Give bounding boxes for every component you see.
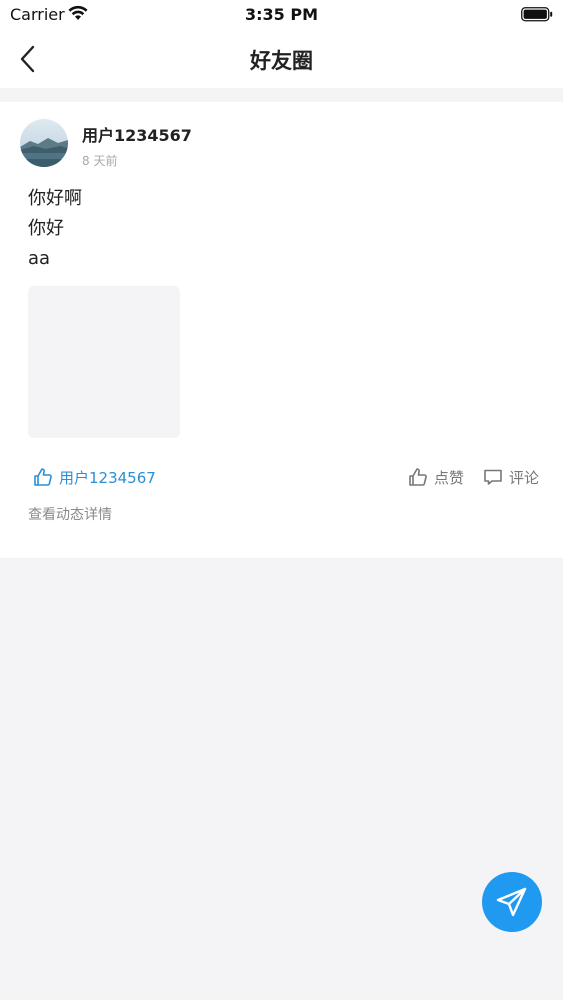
paper-plane-icon	[496, 887, 527, 917]
post-content: 你好啊 你好 aa	[28, 184, 82, 274]
nav-bar: 好友圈	[0, 30, 563, 88]
post-username[interactable]: 用户1234567	[82, 122, 192, 146]
status-bar: Carrier 3:35 PM	[0, 0, 563, 30]
content-line: aa	[28, 248, 51, 269]
comment-label: 评论	[509, 468, 540, 487]
like-label: 点赞	[434, 468, 465, 487]
status-time: 3:35 PM	[244, 5, 318, 24]
like-button[interactable]: 点赞	[408, 466, 464, 488]
content-line: 你好啊	[28, 188, 82, 209]
content-line: 你好	[28, 218, 64, 239]
liker-name[interactable]: 用户1234567	[59, 467, 156, 488]
battery-icon	[521, 7, 553, 26]
likes-list: 用户1234567	[33, 466, 156, 488]
comment-button[interactable]: 评论	[483, 466, 539, 488]
post-card: 用户1234567 8 天前 你好啊 你好 aa 用户1234567 点赞 评论…	[0, 102, 563, 558]
view-post-detail-link[interactable]: 查看动态详情	[28, 504, 112, 524]
avatar[interactable]	[20, 119, 68, 167]
page-title: 好友圈	[250, 49, 313, 73]
thumbs-up-icon	[409, 468, 427, 486]
comment-icon	[484, 469, 502, 485]
post-timestamp: 8 天前	[82, 154, 118, 168]
thumbs-up-icon	[34, 468, 52, 486]
new-post-button[interactable]	[482, 872, 542, 932]
post-image-placeholder[interactable]	[28, 286, 180, 438]
